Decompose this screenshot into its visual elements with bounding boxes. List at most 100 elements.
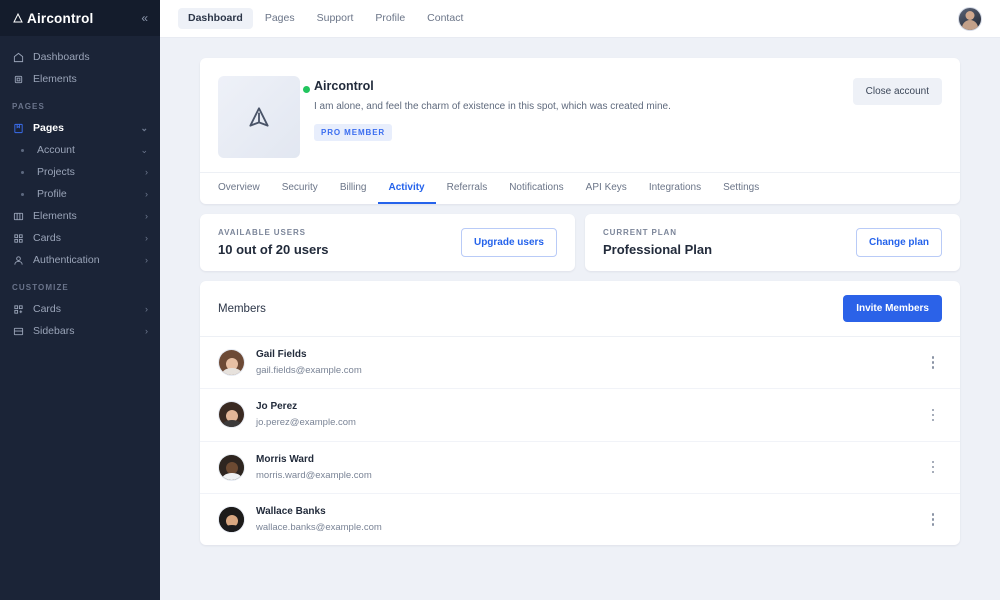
sidebar-item-label: Sidebars bbox=[33, 324, 75, 337]
tab-activity[interactable]: Activity bbox=[377, 173, 436, 204]
brand-label: Aircontrol bbox=[27, 10, 94, 26]
tab-pages[interactable]: Pages bbox=[255, 8, 305, 29]
sidebar-item-pages[interactable]: Pages ⌄ bbox=[0, 117, 160, 139]
current-plan-text: CURRENT PLAN Professional Plan bbox=[603, 228, 712, 257]
profile-description: I am alone, and feel the charm of existe… bbox=[314, 100, 671, 112]
sidebar-item-label: Elements bbox=[33, 209, 77, 222]
chevron-down-icon: ⌄ bbox=[140, 144, 148, 155]
sidebar-icon bbox=[12, 325, 25, 338]
main-area: Dashboard Pages Support Profile Contact bbox=[160, 0, 1000, 600]
chevron-right-icon: › bbox=[145, 166, 148, 177]
chevron-right-icon: › bbox=[145, 303, 148, 314]
stats-row: AVAILABLE USERS 10 out of 20 users Upgra… bbox=[200, 214, 960, 271]
member-info: Morris Ward morris.ward@example.com bbox=[256, 453, 913, 482]
vertical-dots-icon[interactable] bbox=[924, 406, 942, 424]
home-icon bbox=[12, 51, 25, 64]
sidebar-item-label: Elements bbox=[33, 72, 77, 85]
sidebar-item-label: Dashboards bbox=[33, 50, 90, 63]
sidebar-item-elements[interactable]: Elements bbox=[0, 68, 160, 90]
member-name: Jo Perez bbox=[256, 401, 298, 413]
chevron-down-icon: ⌄ bbox=[140, 122, 148, 133]
member-info: Jo Perez jo.perez@example.com bbox=[256, 400, 913, 429]
vertical-dots-icon[interactable] bbox=[924, 511, 942, 529]
member-email: morris.ward@example.com bbox=[256, 469, 372, 481]
page-content: Aircontrol I am alone, and feel the char… bbox=[160, 38, 1000, 600]
sidebar: Aircontrol « Dashboards Elements PAGES P… bbox=[0, 0, 160, 600]
brand-name: Aircontrol bbox=[12, 11, 94, 26]
page-title: Aircontrol bbox=[314, 79, 374, 93]
table-row[interactable]: Morris Ward morris.ward@example.com bbox=[200, 442, 960, 494]
vertical-dots-icon[interactable] bbox=[924, 354, 942, 372]
sidebar-item-label: Cards bbox=[33, 231, 62, 244]
tab-notifications[interactable]: Notifications bbox=[498, 173, 574, 204]
tab-dashboard[interactable]: Dashboard bbox=[178, 8, 253, 29]
vertical-dots-icon[interactable] bbox=[924, 458, 942, 476]
avatar[interactable] bbox=[958, 6, 982, 31]
chevron-right-icon: › bbox=[145, 210, 148, 221]
table-row[interactable]: Wallace Banks wallace.banks@example.com bbox=[200, 494, 960, 545]
status-badge bbox=[303, 86, 310, 93]
sidebar-section-pages: PAGES bbox=[12, 102, 45, 111]
sidebar-item-customize-cards[interactable]: Cards › bbox=[0, 298, 160, 320]
app-root: Aircontrol « Dashboards Elements PAGES P… bbox=[0, 0, 1000, 600]
top-nav: Dashboard Pages Support Profile Contact bbox=[178, 8, 473, 29]
profile-tabs: Overview Security Billing Activity Refer… bbox=[200, 172, 960, 204]
chevron-right-icon: › bbox=[145, 254, 148, 265]
close-account-button[interactable]: Close account bbox=[852, 78, 942, 105]
sidebar-item-profile[interactable]: Profile › bbox=[0, 183, 160, 205]
aircontrol-triangle-logo-icon bbox=[218, 76, 300, 158]
tab-billing[interactable]: Billing bbox=[329, 173, 378, 204]
sidebar-item-cards[interactable]: Cards › bbox=[0, 227, 160, 249]
sidebar-item-authentication[interactable]: Authentication › bbox=[0, 249, 160, 271]
tab-settings[interactable]: Settings bbox=[712, 173, 770, 204]
members-title: Members bbox=[218, 302, 266, 315]
tab-overview[interactable]: Overview bbox=[218, 173, 271, 204]
tab-profile[interactable]: Profile bbox=[365, 8, 415, 29]
tab-integrations[interactable]: Integrations bbox=[638, 173, 712, 204]
sidebar-item-label: Profile bbox=[37, 187, 67, 200]
sidebar-item-dashboards[interactable]: Dashboards bbox=[0, 46, 160, 68]
stat-label: CURRENT PLAN bbox=[603, 228, 677, 237]
tab-support[interactable]: Support bbox=[307, 8, 364, 29]
avatar bbox=[218, 506, 245, 534]
tab-referrals[interactable]: Referrals bbox=[436, 173, 499, 204]
avatar bbox=[218, 401, 245, 429]
tab-contact[interactable]: Contact bbox=[417, 8, 473, 29]
profile-card: Aircontrol I am alone, and feel the char… bbox=[200, 58, 960, 204]
member-name: Wallace Banks bbox=[256, 505, 326, 517]
member-email: gail.fields@example.com bbox=[256, 365, 362, 376]
grid-icon bbox=[12, 232, 25, 245]
member-email: wallace.banks@example.com bbox=[256, 521, 382, 533]
sidebar-item-account[interactable]: Account ⌄ bbox=[0, 139, 160, 161]
invite-members-button[interactable]: Invite Members bbox=[843, 295, 942, 322]
chevron-double-left-icon[interactable]: « bbox=[141, 12, 148, 24]
tab-api-keys[interactable]: API Keys bbox=[575, 173, 638, 204]
sidebar-item-label: Authentication bbox=[33, 253, 100, 266]
member-info: Gail Fields gail.fields@example.com bbox=[256, 348, 913, 377]
change-plan-button[interactable]: Change plan bbox=[855, 228, 942, 257]
brand-triangle-icon bbox=[13, 12, 23, 23]
sidebar-item-projects[interactable]: Projects › bbox=[0, 161, 160, 183]
sidebar-item-sidebars[interactable]: Sidebars › bbox=[0, 320, 160, 342]
sidebar-item-label: Account bbox=[37, 143, 75, 156]
member-name: Morris Ward bbox=[256, 453, 314, 465]
available-users-card: AVAILABLE USERS 10 out of 20 users Upgra… bbox=[200, 214, 575, 271]
table-row[interactable]: Jo Perez jo.perez@example.com bbox=[200, 389, 960, 442]
table-row[interactable]: Gail Fields gail.fields@example.com bbox=[200, 337, 960, 390]
chevron-right-icon: › bbox=[145, 325, 148, 336]
grid-plus-icon bbox=[12, 303, 25, 316]
sidebar-nav: Dashboards Elements PAGES Pages ⌄ Accoun… bbox=[0, 36, 160, 342]
bullet-dot-icon bbox=[21, 170, 24, 174]
tab-security[interactable]: Security bbox=[271, 173, 329, 204]
sidebar-section-customize: CUSTOMIZE bbox=[12, 283, 69, 292]
sidebar-item-label: Projects bbox=[37, 165, 75, 178]
upgrade-users-button[interactable]: Upgrade users bbox=[460, 228, 557, 257]
pro-member-badge: PRO MEMBER bbox=[314, 123, 393, 141]
top-bar: Dashboard Pages Support Profile Contact bbox=[160, 0, 1000, 38]
stat-value: Professional Plan bbox=[603, 242, 713, 257]
sidebar-item-label: Pages bbox=[33, 121, 64, 134]
sidebar-item-elements-pages[interactable]: Elements › bbox=[0, 205, 160, 227]
members-list: Gail Fields gail.fields@example.com Jo P… bbox=[200, 337, 960, 545]
sidebar-brand: Aircontrol « bbox=[0, 0, 160, 36]
current-plan-card: CURRENT PLAN Professional Plan Change pl… bbox=[585, 214, 960, 271]
